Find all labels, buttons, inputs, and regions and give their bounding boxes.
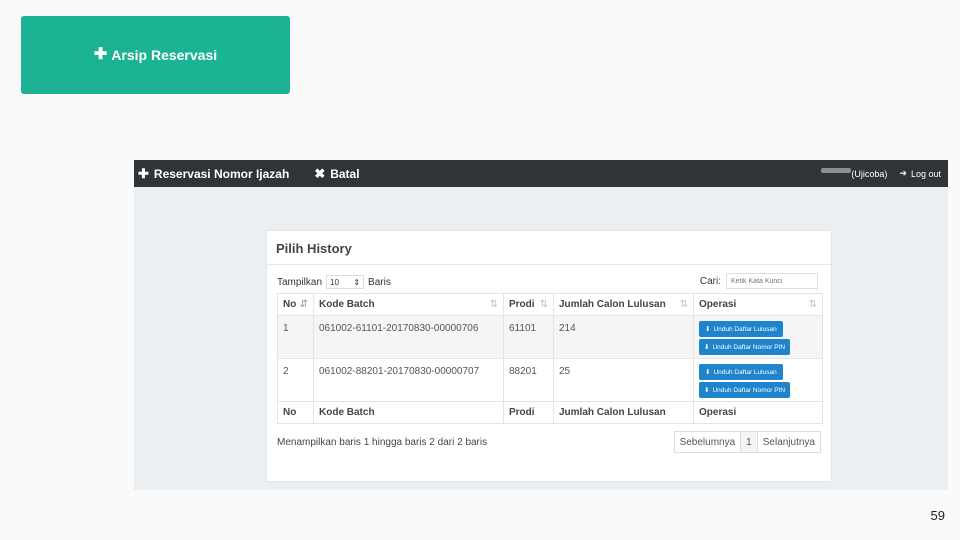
- cell-prodi: 88201: [503, 358, 554, 402]
- column-header-prodi[interactable]: Prodi ⇅: [503, 293, 554, 316]
- sort-icon: ⇅: [489, 299, 498, 310]
- search-label: Cari:: [699, 275, 721, 287]
- sort-icon: ⇅: [539, 299, 548, 310]
- page-size-select[interactable]: 10 ⇕: [326, 275, 365, 289]
- user-menu[interactable]: (Ujicoba): [821, 168, 888, 179]
- history-panel: Pilih History Tampilkan 10 ⇕ Baris Cari:…: [266, 230, 832, 482]
- download-graduates-button[interactable]: ⬇ Unduh Daftar Lulusan: [699, 364, 783, 380]
- footer-header-operasi: Operasi: [693, 401, 823, 424]
- search-input[interactable]: [726, 273, 818, 289]
- reservasi-label: Reservasi Nomor Ijazah: [153, 166, 290, 181]
- history-table: No ⇵ Kode Batch ⇅ Prodi ⇅ Jumlah Calon Lulu…: [277, 293, 823, 424]
- pagination: Sebelumnya 1 Selanjutnya: [673, 431, 821, 453]
- download-icon: ⬇: [704, 344, 710, 351]
- navbar: ✚ Reservasi Nomor Ijazah ✖ Batal (Ujicob…: [134, 160, 948, 187]
- sort-icon: ⇅: [679, 299, 688, 310]
- page-size-value: 10: [330, 277, 339, 287]
- cell-jumlah: 25: [553, 358, 694, 402]
- next-page-button[interactable]: Selanjutnya: [756, 431, 821, 453]
- download-icon: ⬇: [705, 369, 711, 376]
- batal-button[interactable]: ✖ Batal: [310, 166, 359, 182]
- panel-title: Pilih History: [267, 231, 831, 265]
- cell-operasi: ⬇ Unduh Daftar Lulusan ⬇ Unduh Daftar Nomo…: [693, 358, 823, 402]
- redacted-username: [821, 168, 852, 173]
- cell-jumlah: 214: [553, 315, 694, 359]
- cell-kode-batch: 061002-88201-20170830-00000707: [313, 358, 504, 402]
- footer-header-kode-batch: Kode Batch: [313, 401, 504, 424]
- plus-icon: ✚: [138, 165, 149, 181]
- select-arrows-icon: ⇕: [353, 277, 361, 287]
- logout-label: Log out: [910, 168, 941, 179]
- column-header-kode-batch[interactable]: Kode Batch ⇅: [313, 293, 504, 316]
- sort-icon: ⇅: [808, 299, 817, 310]
- cell-operasi: ⬇ Unduh Daftar Lulusan ⬇ Unduh Daftar Nomo…: [693, 315, 823, 359]
- arsip-reservasi-button[interactable]: ✚ Arsip Reservasi: [21, 16, 290, 94]
- logout-button[interactable]: ➜ Log out: [899, 168, 941, 179]
- cell-no: 1: [277, 315, 314, 359]
- app-window: ✚ Reservasi Nomor Ijazah ✖ Batal (Ujicob…: [134, 160, 948, 490]
- download-icon: ⬇: [705, 326, 711, 333]
- plus-icon: ✚: [93, 46, 108, 63]
- table-info: Menampilkan baris 1 hingga baris 2 dari …: [277, 437, 488, 448]
- table-row: 2 061002-88201-20170830-00000707 88201 2…: [277, 358, 823, 402]
- page-1-button[interactable]: 1: [740, 431, 758, 453]
- footer-header-jumlah: Jumlah Calon Lulusan: [553, 401, 694, 424]
- prev-page-button[interactable]: Sebelumnya: [673, 431, 742, 453]
- sort-icon: ⇵: [299, 299, 308, 310]
- cell-prodi: 61101: [503, 315, 554, 359]
- download-icon: ⬇: [704, 387, 710, 394]
- download-graduates-button[interactable]: ⬇ Unduh Daftar Lulusan: [699, 321, 783, 337]
- footer-header-prodi: Prodi: [503, 401, 554, 424]
- batal-label: Batal: [330, 166, 360, 181]
- column-header-operasi[interactable]: Operasi ⇅: [693, 293, 823, 316]
- arsip-reservasi-label: Arsip Reservasi: [111, 47, 218, 63]
- cell-kode-batch: 061002-61101-20170830-00000706: [313, 315, 504, 359]
- reservasi-nomor-ijazah-button[interactable]: ✚ Reservasi Nomor Ijazah: [134, 166, 289, 182]
- close-icon: ✖: [314, 165, 326, 181]
- download-pin-button[interactable]: ⬇ Unduh Daftar Nomor PIN: [699, 382, 791, 398]
- cell-no: 2: [277, 358, 314, 402]
- logout-icon: ➜: [899, 168, 907, 178]
- column-header-jumlah[interactable]: Jumlah Calon Lulusan ⇅: [553, 293, 694, 316]
- footer-header-no: No: [277, 401, 314, 424]
- rows-label: Baris: [368, 276, 391, 288]
- download-pin-button[interactable]: ⬇ Unduh Daftar Nomor PIN: [699, 339, 791, 355]
- slide-number: 59: [930, 508, 945, 523]
- column-header-no[interactable]: No ⇵: [277, 293, 314, 316]
- show-label: Tampilkan: [277, 276, 323, 288]
- user-label: (Ujicoba): [851, 168, 888, 179]
- table-row: 1 061002-61101-20170830-00000706 61101 2…: [277, 315, 823, 359]
